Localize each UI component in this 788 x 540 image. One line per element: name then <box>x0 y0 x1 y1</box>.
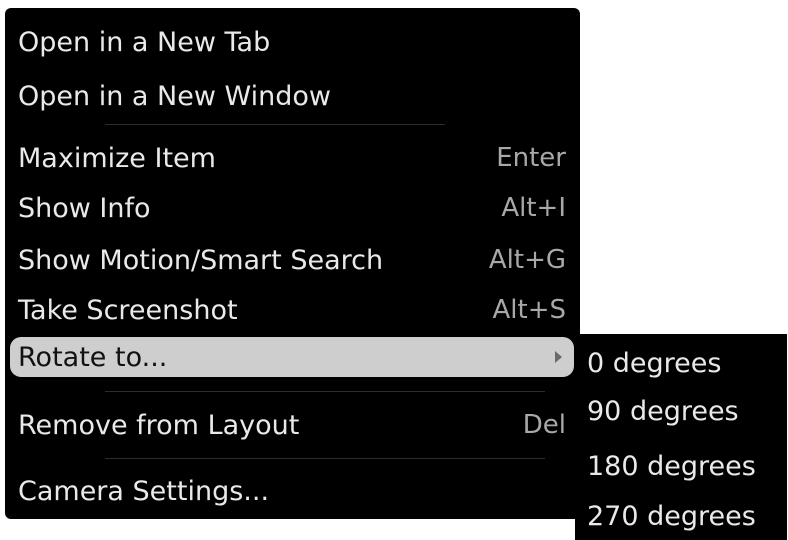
menu-item-take-screenshot[interactable]: Take Screenshot Alt+S <box>10 290 574 330</box>
submenu-item-label: 180 degrees <box>587 450 756 482</box>
menu-item-camera-settings[interactable]: Camera Settings... <box>10 471 574 511</box>
menu-item-shortcut: Alt+G <box>488 245 566 275</box>
menu-item-shortcut: Del <box>522 410 566 440</box>
menu-separator <box>105 391 545 392</box>
menu-item-label: Open in a New Tab <box>18 26 271 58</box>
submenu-item-label: 270 degrees <box>587 500 756 532</box>
rotate-submenu: 0 degrees 90 degrees 180 degrees 270 deg… <box>575 334 787 540</box>
menu-item-label: Maximize Item <box>18 142 216 174</box>
menu-item-show-info[interactable]: Show Info Alt+I <box>10 188 574 228</box>
menu-separator <box>105 458 545 459</box>
context-menu: Open in a New Tab Open in a New Window M… <box>5 8 580 519</box>
submenu-item-180-degrees[interactable]: 180 degrees <box>587 446 756 486</box>
menu-item-maximize-item[interactable]: Maximize Item Enter <box>10 138 574 178</box>
menu-item-label: Open in a New Window <box>18 80 331 112</box>
menu-item-shortcut: Enter <box>496 143 566 173</box>
submenu-item-0-degrees[interactable]: 0 degrees <box>587 343 721 383</box>
submenu-item-270-degrees[interactable]: 270 degrees <box>587 496 756 536</box>
menu-item-label: Remove from Layout <box>18 409 300 441</box>
submenu-item-label: 0 degrees <box>587 347 722 379</box>
menu-item-show-motion-smart-search[interactable]: Show Motion/Smart Search Alt+G <box>10 240 574 280</box>
menu-item-open-new-window[interactable]: Open in a New Window <box>10 76 574 116</box>
menu-item-open-new-tab[interactable]: Open in a New Tab <box>10 22 574 62</box>
menu-separator <box>105 124 445 125</box>
menu-item-label: Rotate to... <box>18 341 168 373</box>
menu-item-shortcut: Alt+S <box>492 295 567 325</box>
menu-item-label: Take Screenshot <box>18 294 238 326</box>
menu-item-label: Camera Settings... <box>18 475 270 507</box>
chevron-right-icon <box>555 351 562 363</box>
submenu-item-label: 90 degrees <box>587 395 739 427</box>
menu-item-shortcut: Alt+I <box>501 193 566 223</box>
menu-item-label: Show Info <box>18 192 151 224</box>
menu-item-rotate-to[interactable]: Rotate to... <box>10 337 574 377</box>
menu-item-remove-from-layout[interactable]: Remove from Layout Del <box>10 405 574 445</box>
submenu-item-90-degrees[interactable]: 90 degrees <box>587 391 739 431</box>
menu-item-label: Show Motion/Smart Search <box>18 244 384 276</box>
